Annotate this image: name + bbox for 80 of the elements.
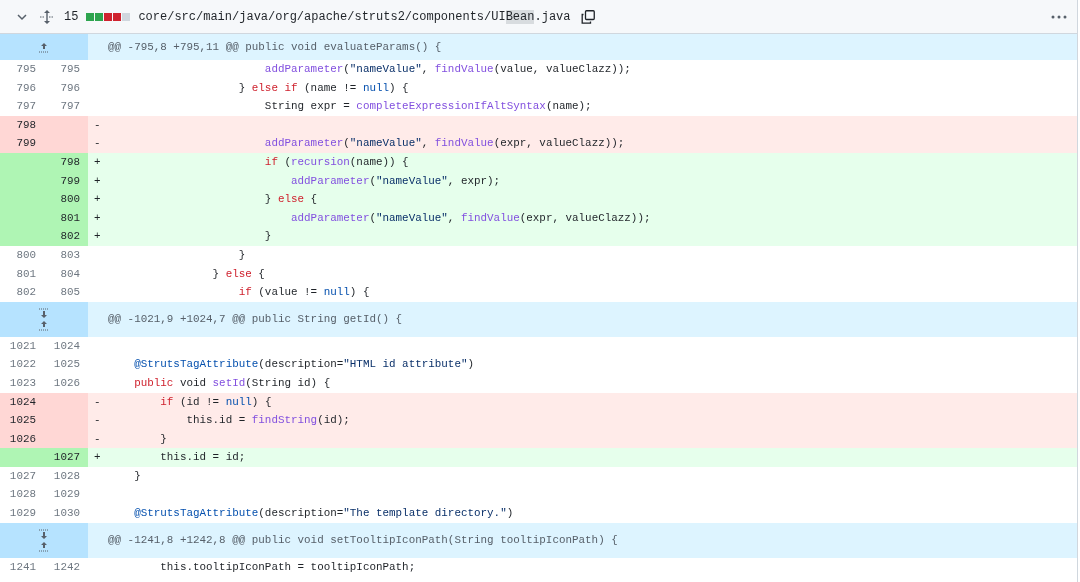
new-line-number: 1028 [52, 468, 81, 484]
code-line: public void setId(String id) { [133, 375, 331, 391]
new-line-number: 1029 [52, 487, 81, 503]
new-line-number: 797 [59, 99, 81, 115]
new-line-number: 1026 [52, 375, 81, 391]
diffstat-icon [86, 12, 131, 21]
old-line-number: 1025 [8, 413, 37, 429]
code-line: } [263, 229, 272, 245]
added-line-marker: + [93, 192, 102, 208]
removed-line-marker: - [93, 431, 102, 447]
code-line: addParameter("nameValue", findValue(value, valueClazz)); [263, 62, 631, 77]
old-line-number: 1241 [8, 559, 37, 575]
code-line: String expr = completeExpressionIfAltSyntax(name); [263, 99, 592, 115]
change-count: 15 [64, 9, 79, 24]
old-line-number: 1024 [8, 394, 37, 410]
old-line-number: 1021 [8, 338, 37, 354]
added-line-marker: + [93, 450, 102, 466]
new-line-number: 803 [59, 247, 81, 263]
code-line: addParameter("nameValue", expr); [290, 173, 501, 189]
code-line: } else { [211, 266, 265, 282]
new-line-number: 802 [59, 229, 81, 245]
code-line: } else { [263, 192, 318, 208]
new-line-number: 795 [59, 62, 81, 77]
expand-up-icon[interactable] [38, 41, 50, 53]
new-line-number: 801 [59, 210, 81, 226]
expand-up-icon[interactable] [38, 319, 50, 331]
new-line-number: 800 [59, 192, 81, 208]
new-line-number: 798 [59, 154, 81, 170]
new-line-number: 1025 [52, 357, 81, 373]
code-line: } [133, 468, 141, 484]
removed-line-marker: - [93, 117, 102, 133]
added-line-marker: + [93, 229, 102, 245]
code-line: if (id != null) { [159, 394, 272, 410]
expand-up-icon[interactable] [38, 540, 50, 552]
new-line-number: 1027 [52, 450, 81, 466]
old-line-number: 802 [15, 285, 37, 301]
old-line-number: 797 [15, 99, 37, 115]
new-line-number: 796 [59, 80, 81, 96]
file-path-link[interactable]: core/src/main/java/org/apache/struts2/components/UIBean.java [138, 9, 571, 24]
code-line: if (value != null) { [237, 285, 370, 301]
old-line-number: 795 [15, 62, 37, 77]
old-line-number: 1028 [8, 487, 37, 503]
old-line-number: 1023 [8, 375, 37, 391]
old-line-number: 800 [15, 247, 37, 263]
new-line-number: 1242 [52, 559, 81, 575]
hunk-text: @@ -1021,9 +1024,7 @@ public String getId() { [107, 313, 403, 326]
hunk-text: @@ -1241,8 +1242,8 @@ public void setTooltipIconPath(String tooltipIconPath) { [107, 534, 618, 547]
code-line: this.id = findString(id); [185, 413, 350, 429]
code-line: } else if (name != null) { [237, 80, 409, 96]
new-line-number: 799 [59, 173, 81, 189]
added-line-marker: + [93, 154, 102, 170]
code-line: @StrutsTagAttribute(description="The template directory.") [133, 506, 514, 522]
removed-line-marker: - [93, 413, 102, 429]
old-line-number: 799 [15, 136, 37, 152]
expand-down-icon[interactable] [38, 307, 50, 319]
code-line: } [159, 431, 167, 447]
old-line-number: 1027 [8, 468, 37, 484]
hunk-text: @@ -795,8 +795,11 @@ public void evaluateParams() { [107, 41, 442, 53]
removed-line-marker: - [93, 136, 102, 152]
expand-down-icon[interactable] [38, 528, 50, 540]
added-line-marker: + [93, 210, 102, 226]
code-line: addParameter("nameValue", findValue(expr, valueClazz)); [263, 136, 625, 152]
code-line: if (recursion(name)) { [263, 154, 409, 170]
new-line-number: 805 [59, 285, 81, 301]
code-line: addParameter("nameValue", findValue(expr, valueClazz)); [290, 210, 651, 226]
old-line-number: 801 [15, 266, 37, 282]
new-line-number: 1024 [52, 338, 81, 354]
code-line: this.tooltipIconPath = tooltipIconPath; [159, 559, 416, 575]
old-line-number: 1026 [8, 431, 37, 447]
new-line-number: 1030 [52, 506, 81, 522]
removed-line-marker: - [93, 394, 102, 410]
old-line-number: 798 [15, 117, 37, 133]
old-line-number: 796 [15, 80, 37, 96]
old-line-number: 1029 [8, 506, 37, 522]
code-line: this.id = id; [159, 450, 246, 466]
code-line: @StrutsTagAttribute(description="HTML id attribute") [133, 357, 475, 373]
added-line-marker: + [93, 173, 102, 189]
code-line: } [237, 247, 246, 263]
old-line-number: 1022 [8, 357, 37, 373]
new-line-number: 804 [59, 266, 81, 282]
